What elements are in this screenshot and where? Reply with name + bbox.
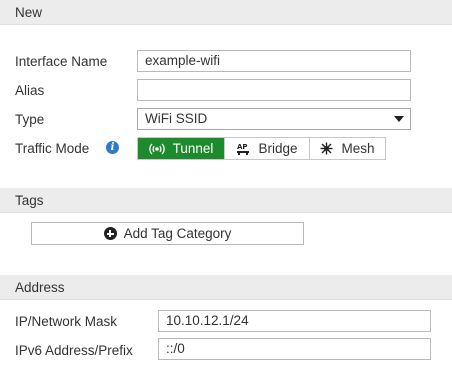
- interface-name-input[interactable]: example-wifi: [137, 50, 411, 72]
- ip-mask-label: IP/Network Mask: [15, 314, 118, 329]
- mesh-label: Mesh: [341, 141, 375, 156]
- access-point-bridge-icon: AP: [236, 142, 250, 155]
- traffic-mode-toggle: Tunnel AP Bridge Mesh: [137, 137, 386, 160]
- svg-text:AP: AP: [237, 143, 248, 151]
- mesh-icon: [320, 142, 333, 155]
- traffic-mode-mesh-button[interactable]: Mesh: [309, 138, 385, 159]
- alias-input[interactable]: [137, 79, 411, 101]
- info-icon[interactable]: i: [106, 141, 119, 154]
- add-tag-category-label: Add Tag Category: [123, 226, 232, 241]
- traffic-mode-tunnel-button[interactable]: Tunnel: [138, 138, 224, 159]
- type-select-value: WiFi SSID: [145, 111, 208, 126]
- section-header-tags: Tags: [0, 188, 452, 213]
- ipv6-label: IPv6 Address/Prefix: [15, 343, 133, 358]
- plus-circle-icon: [103, 227, 117, 240]
- traffic-mode-label: Traffic Mode: [15, 141, 90, 156]
- interface-name-label: Interface Name: [15, 54, 108, 69]
- ipv6-input[interactable]: ::/0: [158, 338, 431, 360]
- type-select[interactable]: WiFi SSID: [137, 108, 411, 130]
- bridge-label: Bridge: [258, 141, 298, 156]
- wifi-broadcast-icon: [148, 143, 165, 155]
- ip-mask-input[interactable]: 10.10.12.1/24: [158, 310, 431, 332]
- traffic-mode-bridge-button[interactable]: AP Bridge: [224, 138, 309, 159]
- add-tag-category-button[interactable]: Add Tag Category: [31, 222, 304, 245]
- type-label: Type: [15, 112, 45, 127]
- section-header-new: New: [0, 0, 452, 25]
- tunnel-label: Tunnel: [172, 141, 214, 156]
- chevron-down-icon: [394, 116, 404, 122]
- alias-label: Alias: [15, 83, 45, 98]
- section-header-address: Address: [0, 275, 452, 300]
